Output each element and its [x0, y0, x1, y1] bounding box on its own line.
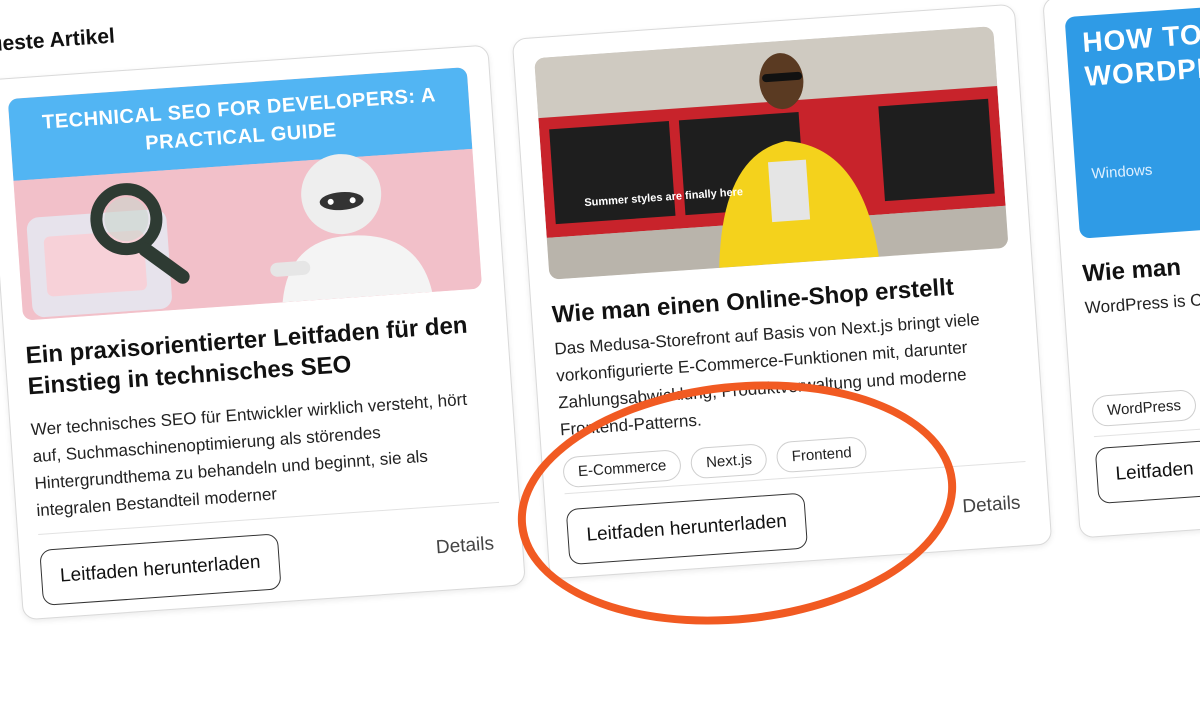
tag-wordpress[interactable]: WordPress: [1091, 389, 1197, 428]
seo-illustration: [13, 148, 483, 321]
article-card-wordpress[interactable]: HOW TO LOCALLY INSTALL WORDPRESS Windows…: [1042, 0, 1200, 539]
article-thumbnail-seo[interactable]: TECHNICAL SEO FOR DEVELOPERS: A PRACTICA…: [7, 67, 483, 321]
details-link[interactable]: Details: [429, 532, 501, 561]
article-thumbnail-shop[interactable]: Summer styles are finally here: [534, 26, 1009, 280]
article-thumbnail-wordpress[interactable]: HOW TO LOCALLY INSTALL WORDPRESS Windows: [1064, 0, 1200, 239]
tag-list: WordPress: [1091, 389, 1197, 428]
thumbnail-heading: HOW TO LOCALLY INSTALL WORDPRESS: [1081, 0, 1200, 92]
card-description: Wer technisches SEO für Entwickler wirkl…: [30, 389, 468, 521]
download-guide-button[interactable]: Leitfaden: [1094, 440, 1200, 504]
shop-photo: [534, 26, 1009, 280]
section-title: Neueste Artikel: [0, 24, 116, 59]
download-guide-button[interactable]: Leitfaden herunterladen: [39, 533, 282, 606]
details-link[interactable]: Details: [956, 491, 1028, 520]
article-card-seo[interactable]: TECHNICAL SEO FOR DEVELOPERS: A PRACTICA…: [0, 44, 526, 621]
thumbnail-subtitle: Windows: [1091, 161, 1153, 183]
